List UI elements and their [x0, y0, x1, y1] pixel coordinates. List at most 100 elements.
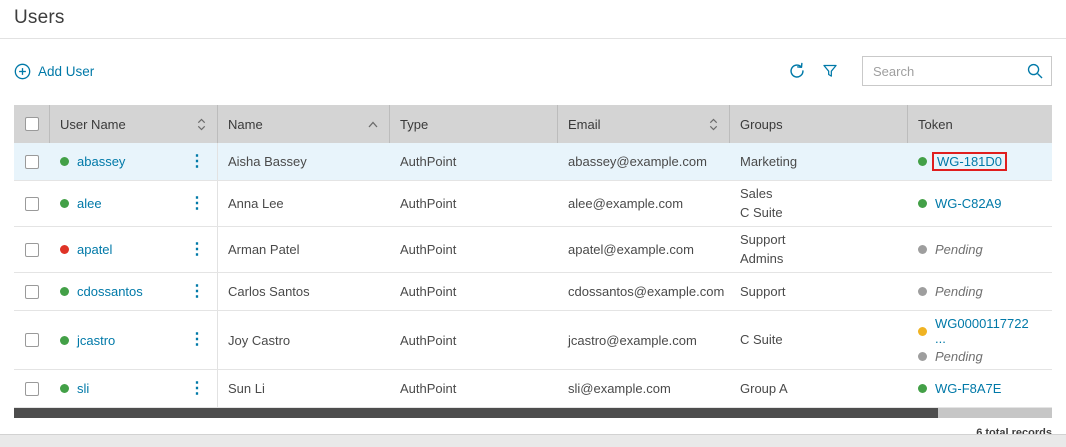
column-header-email[interactable]: Email — [558, 105, 730, 143]
token-link[interactable]: WG-F8A7E — [935, 381, 1001, 396]
token-cell: WG-C82A9 — [908, 181, 1052, 226]
table-body: abassey⋮Aisha BasseyAuthPointabassey@exa… — [14, 143, 1052, 408]
token-status-dot — [918, 245, 927, 254]
search-icon[interactable] — [1026, 62, 1044, 80]
username-link[interactable]: jcastro — [77, 333, 115, 348]
add-user-button[interactable]: Add User — [14, 63, 94, 80]
group-name: Admins — [740, 251, 783, 267]
group-name: Support — [740, 232, 786, 248]
email-cell: abassey@example.com — [558, 143, 730, 180]
username-cell: abassey ⋮ — [50, 143, 218, 180]
select-all-checkbox[interactable] — [25, 117, 39, 131]
row-menu-icon[interactable]: ⋮ — [187, 154, 207, 170]
token-link[interactable]: WG-181D0 — [937, 154, 1002, 169]
name-cell: Arman Patel — [218, 227, 390, 272]
row-checkbox[interactable] — [25, 197, 39, 211]
row-checkbox[interactable] — [25, 155, 39, 169]
token-line: Pending — [918, 242, 983, 257]
users-table: User Name Name Type Email — [14, 105, 1052, 418]
groups-cell: Marketing — [730, 143, 908, 180]
username-link[interactable]: abassey — [77, 154, 125, 169]
name-cell: Anna Lee — [218, 181, 390, 226]
token-line: WG-F8A7E — [918, 381, 1001, 396]
token-cell: Pending — [908, 273, 1052, 310]
column-header-name[interactable]: Name — [218, 105, 390, 143]
type-cell: AuthPoint — [390, 181, 558, 226]
column-header-user-name[interactable]: User Name — [50, 105, 218, 143]
page-header: Users — [0, 0, 1066, 39]
email-cell: apatel@example.com — [558, 227, 730, 272]
email-cell: sli@example.com — [558, 370, 730, 407]
column-header-token[interactable]: Token — [908, 105, 1052, 143]
toolbar-right — [788, 56, 1052, 86]
search-input[interactable] — [862, 56, 1052, 86]
token-line: Pending — [918, 349, 983, 364]
users-page: Users Add User — [0, 0, 1066, 445]
row-checkbox-cell — [14, 143, 50, 180]
plus-circle-icon — [14, 63, 31, 80]
name-cell: Carlos Santos — [218, 273, 390, 310]
username-cell: jcastro ⋮ — [50, 311, 218, 369]
name-cell: Joy Castro — [218, 311, 390, 369]
header-checkbox-cell — [14, 105, 50, 143]
row-menu-icon[interactable]: ⋮ — [187, 242, 207, 258]
type-cell: AuthPoint — [390, 143, 558, 180]
email-cell: cdossantos@example.com — [558, 273, 730, 310]
name-cell: Sun Li — [218, 370, 390, 407]
type-cell: AuthPoint — [390, 370, 558, 407]
row-checkbox[interactable] — [25, 382, 39, 396]
user-status-dot — [60, 245, 69, 254]
groups-cell: Sales C Suite — [730, 181, 908, 226]
token-line: WG-181D0 — [918, 154, 1007, 169]
user-status-dot — [60, 199, 69, 208]
username-wrap: abassey — [60, 154, 125, 169]
user-status-dot — [60, 287, 69, 296]
group-name: Group A — [740, 381, 788, 397]
refresh-icon — [788, 62, 806, 80]
row-menu-icon[interactable]: ⋮ — [187, 332, 207, 348]
filter-button[interactable] — [822, 63, 838, 79]
row-menu-icon[interactable]: ⋮ — [187, 284, 207, 300]
username-cell: apatel ⋮ — [50, 227, 218, 272]
column-header-type[interactable]: Type — [390, 105, 558, 143]
refresh-button[interactable] — [788, 62, 806, 80]
row-checkbox[interactable] — [25, 333, 39, 347]
token-link[interactable]: WG-C82A9 — [935, 196, 1001, 211]
row-checkbox-cell — [14, 273, 50, 310]
group-name: C Suite — [740, 332, 783, 348]
sort-both-icon — [196, 117, 207, 132]
column-header-groups[interactable]: Groups — [730, 105, 908, 143]
row-checkbox-cell — [14, 311, 50, 369]
column-label: Token — [918, 117, 953, 132]
username-link[interactable]: cdossantos — [77, 284, 143, 299]
groups-cell: C Suite — [730, 311, 908, 369]
row-menu-icon[interactable]: ⋮ — [187, 381, 207, 397]
username-wrap: alee — [60, 196, 102, 211]
column-label: Groups — [740, 117, 783, 132]
scrollbar-thumb[interactable] — [14, 408, 938, 418]
row-checkbox[interactable] — [25, 243, 39, 257]
token-status-dot — [918, 157, 927, 166]
row-checkbox[interactable] — [25, 285, 39, 299]
filter-icon — [822, 63, 838, 79]
table-row: cdossantos⋮Carlos SantosAuthPointcdossan… — [14, 273, 1052, 311]
group-name: C Suite — [740, 205, 783, 221]
username-link[interactable]: apatel — [77, 242, 112, 257]
column-label: Type — [400, 117, 428, 132]
group-name: Sales — [740, 186, 773, 202]
groups-cell: Support Admins — [730, 227, 908, 272]
table-row: apatel⋮Arman PatelAuthPointapatel@exampl… — [14, 227, 1052, 273]
email-cell: jcastro@example.com — [558, 311, 730, 369]
group-name: Support — [740, 284, 786, 300]
group-name: Marketing — [740, 154, 797, 170]
username-cell: alee ⋮ — [50, 181, 218, 226]
name-cell: Aisha Bassey — [218, 143, 390, 180]
username-link[interactable]: alee — [77, 196, 102, 211]
token-link[interactable]: WG0000117722 ... — [935, 316, 1042, 346]
username-wrap: sli — [60, 381, 89, 396]
table-header: User Name Name Type Email — [14, 105, 1052, 143]
row-menu-icon[interactable]: ⋮ — [187, 196, 207, 212]
username-link[interactable]: sli — [77, 381, 89, 396]
horizontal-scrollbar[interactable] — [14, 408, 1052, 418]
email-cell: alee@example.com — [558, 181, 730, 226]
